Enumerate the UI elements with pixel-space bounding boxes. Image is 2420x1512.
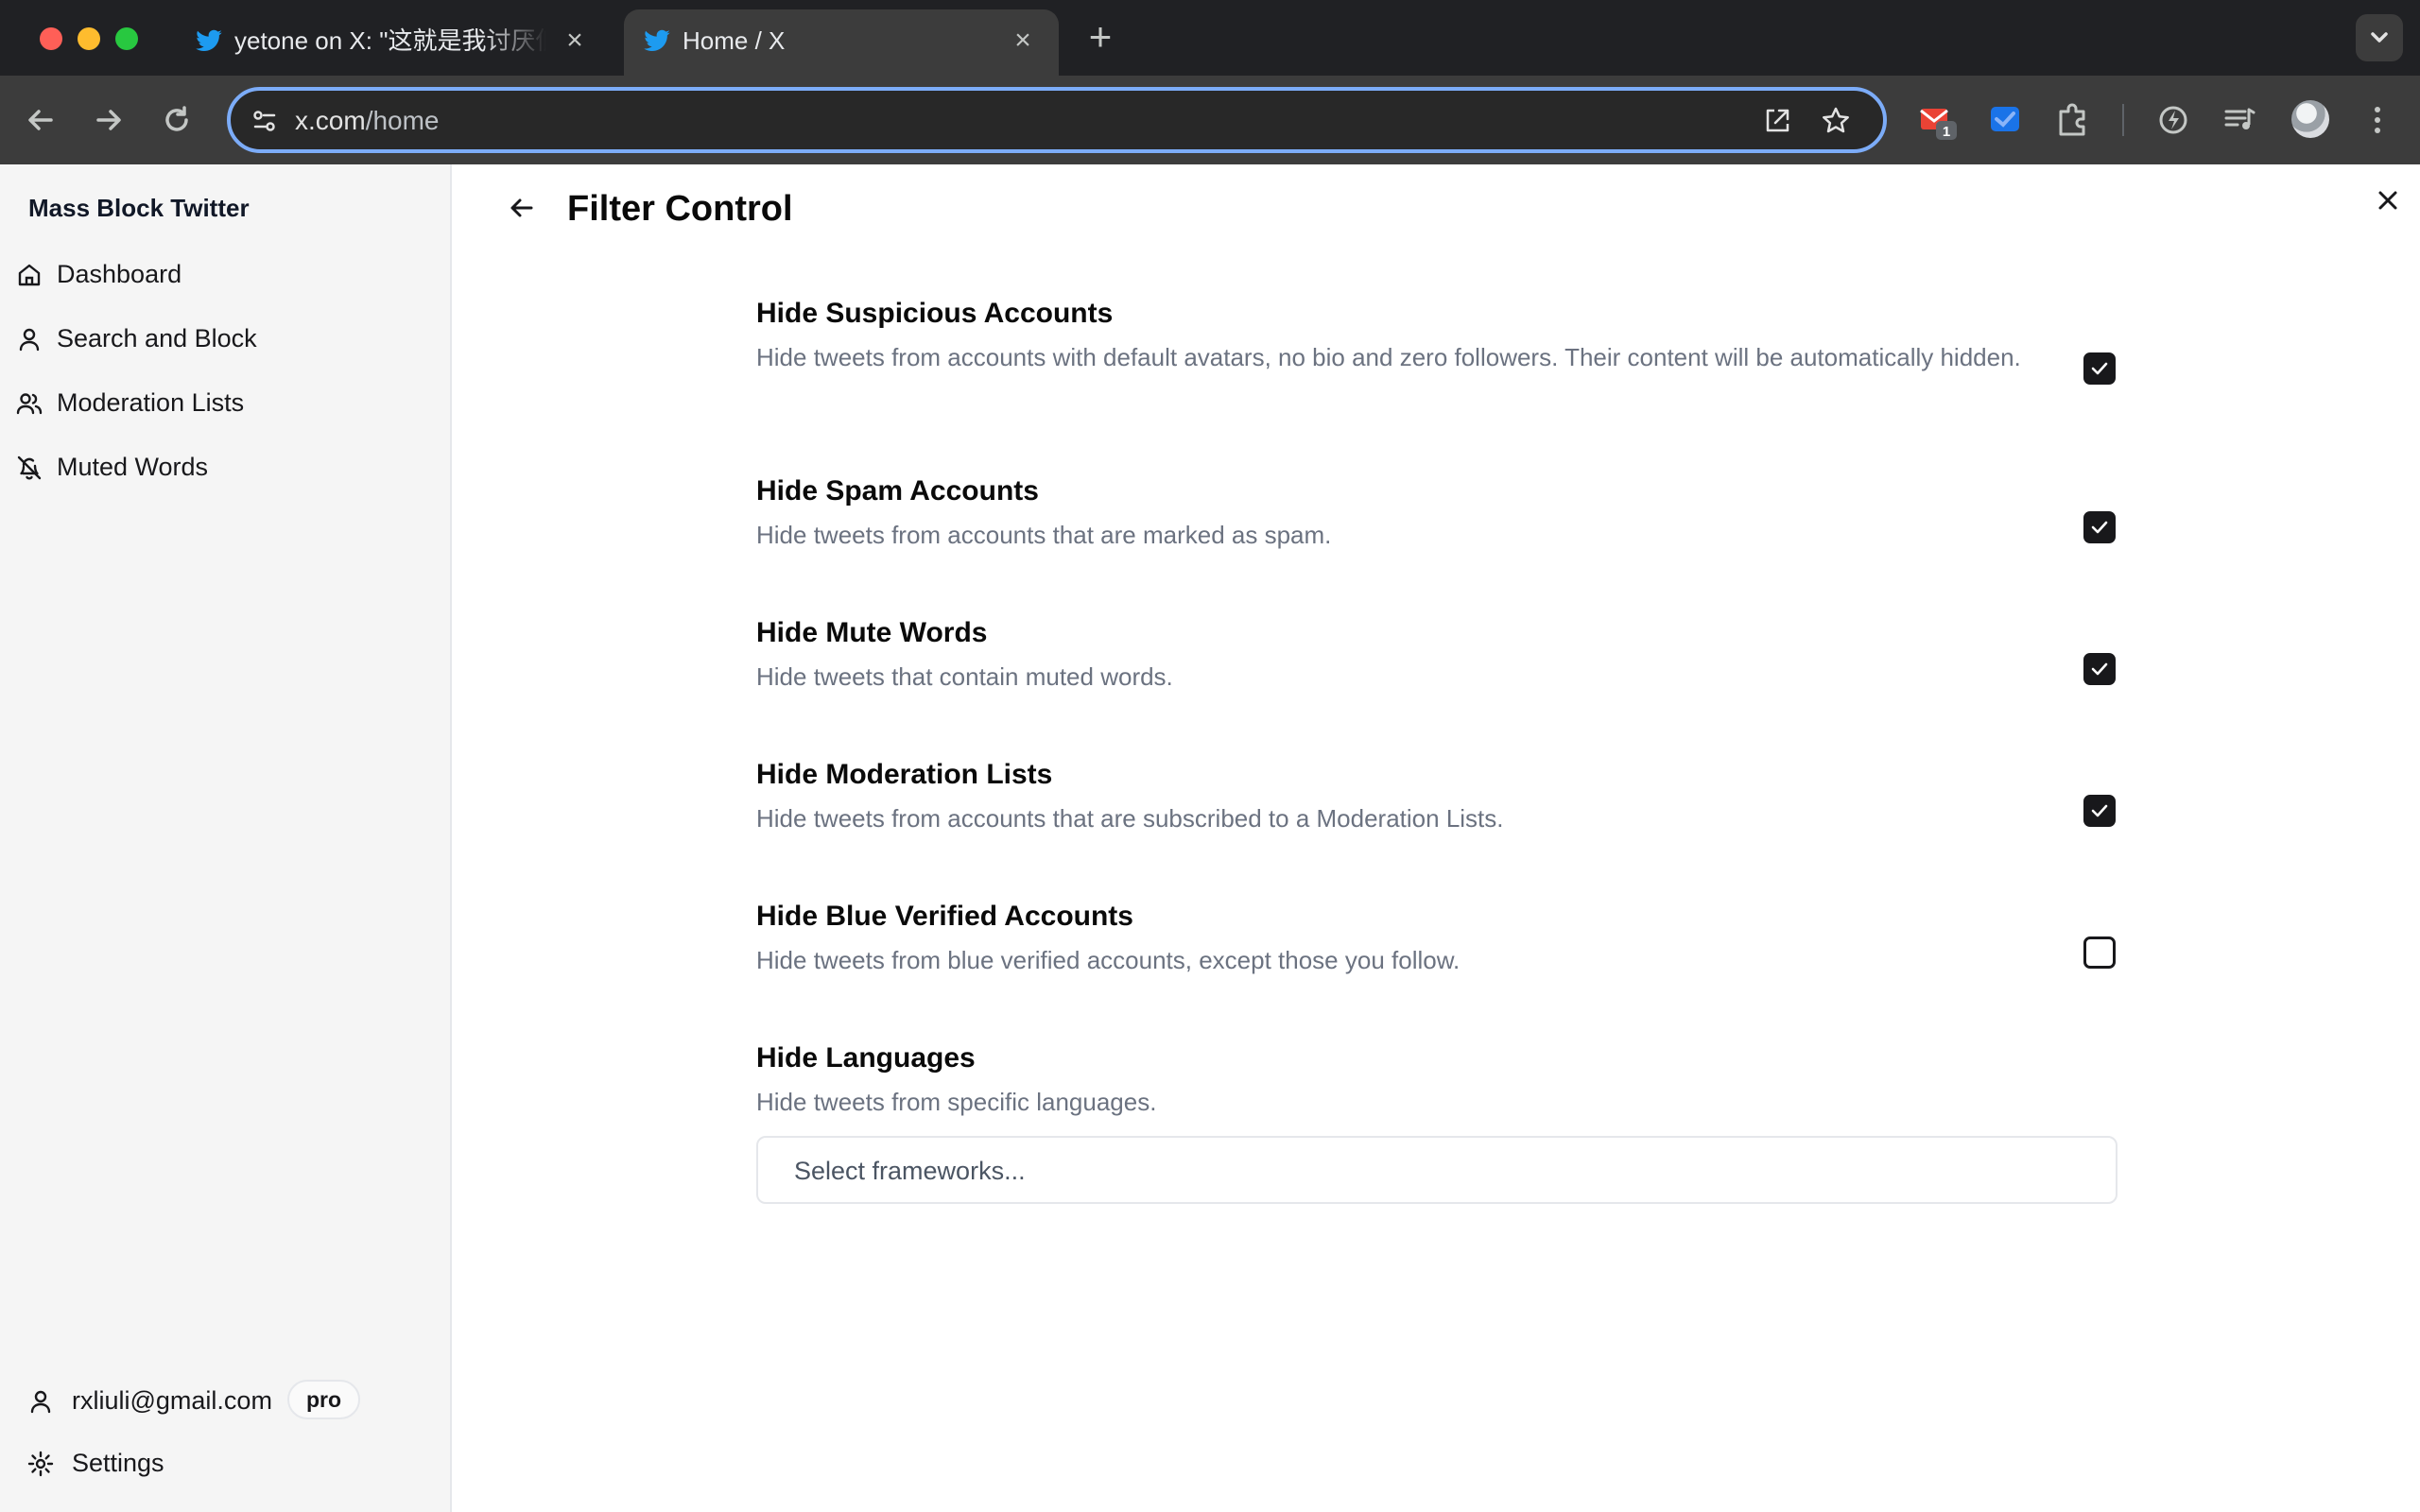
check-icon bbox=[2091, 804, 2108, 817]
chevron-down-icon bbox=[2371, 32, 2388, 43]
account-email: rxliuli@gmail.com bbox=[72, 1386, 272, 1415]
setting-hide-mute-words: Hide Mute Words Hide tweets that contain… bbox=[756, 616, 2118, 695]
extension-page: Mass Block Twitter Dashboard Search and … bbox=[0, 164, 2420, 1512]
settings-label: Settings bbox=[72, 1449, 164, 1477]
sidebar-item-muted-words[interactable]: Muted Words bbox=[13, 440, 429, 493]
close-window-button[interactable] bbox=[40, 27, 62, 50]
setting-title: Hide Suspicious Accounts bbox=[756, 298, 1114, 329]
reload-icon[interactable] bbox=[155, 98, 199, 142]
check-icon bbox=[2091, 662, 2108, 676]
settings-link[interactable]: Settings bbox=[19, 1438, 435, 1489]
open-in-app-icon[interactable] bbox=[1760, 104, 1794, 138]
forward-arrow-icon[interactable] bbox=[87, 98, 130, 142]
back-arrow-icon[interactable] bbox=[19, 98, 62, 142]
setting-checkbox[interactable] bbox=[2083, 352, 2116, 385]
users-icon bbox=[16, 393, 43, 415]
twitter-bird-icon bbox=[196, 29, 222, 51]
minimize-window-button[interactable] bbox=[78, 27, 100, 50]
gear-icon bbox=[27, 1451, 54, 1477]
setting-hide-moderation-lists: Hide Moderation Lists Hide tweets from a… bbox=[756, 758, 2118, 836]
check-icon bbox=[2091, 362, 2108, 375]
sidebar-item-search-and-block[interactable]: Search and Block bbox=[13, 312, 429, 365]
page-title: Filter Control bbox=[567, 189, 793, 229]
browser-tab[interactable]: yetone on X: "这就是我讨厌低俗 × bbox=[176, 9, 611, 76]
app-brand: Mass Block Twitter bbox=[28, 194, 250, 222]
new-tab-button[interactable]: + bbox=[1083, 17, 1117, 57]
sidebar-item-label: Search and Block bbox=[57, 324, 257, 352]
sidebar-item-moderation-lists[interactable]: Moderation Lists bbox=[13, 376, 429, 429]
url-path: /home bbox=[365, 106, 440, 135]
setting-description: Hide tweets from accounts that are subsc… bbox=[756, 804, 1504, 833]
browser-tab-active[interactable]: Home / X × bbox=[624, 9, 1059, 76]
gmail-badge-count: 1 bbox=[1943, 124, 1950, 140]
setting-description: Hide tweets that contain muted words. bbox=[756, 662, 1173, 691]
sidebar-item-label: Dashboard bbox=[57, 260, 182, 288]
maximize-window-button[interactable] bbox=[115, 27, 138, 50]
setting-hide-suspicious-accounts: Hide Suspicious Accounts Hide tweets fro… bbox=[756, 297, 2118, 375]
setting-description: Hide tweets from accounts with default a… bbox=[756, 343, 2021, 371]
sidebar-item-label: Moderation Lists bbox=[57, 388, 245, 417]
setting-description: Hide tweets from blue verified accounts,… bbox=[756, 946, 1461, 974]
puzzle-icon[interactable] bbox=[2051, 98, 2095, 142]
tab-title: yetone on X: "这就是我讨厌低俗 bbox=[234, 26, 546, 55]
setting-checkbox[interactable] bbox=[2083, 795, 2116, 827]
sidebar: Mass Block Twitter Dashboard Search and … bbox=[0, 164, 452, 1512]
setting-title: Hide Blue Verified Accounts bbox=[756, 901, 1133, 932]
setting-description: Hide tweets from accounts that are marke… bbox=[756, 521, 1332, 549]
bell-off-icon bbox=[17, 455, 42, 480]
setting-hide-languages: Hide Languages Hide tweets from specific… bbox=[756, 1041, 2118, 1120]
setting-checkbox[interactable] bbox=[2083, 936, 2116, 969]
reading-list-icon[interactable] bbox=[2218, 98, 2261, 142]
setting-description: Hide tweets from specific languages. bbox=[756, 1088, 1157, 1116]
languages-select[interactable]: Select frameworks... bbox=[756, 1136, 2118, 1204]
plan-badge: pro bbox=[287, 1380, 361, 1419]
url-host: x.com bbox=[295, 106, 366, 135]
twitter-bird-icon bbox=[644, 29, 670, 51]
main-content: Filter Control Hide Suspicious Accounts … bbox=[454, 164, 2420, 1512]
site-settings-icon[interactable] bbox=[248, 104, 282, 138]
setting-hide-blue-verified-accounts: Hide Blue Verified Accounts Hide tweets … bbox=[756, 900, 2118, 978]
setting-checkbox[interactable] bbox=[2083, 511, 2116, 543]
browser-toolbar: x.com/home 1 bbox=[0, 76, 2420, 164]
sidebar-item-label: Muted Words bbox=[57, 453, 209, 481]
performance-icon[interactable] bbox=[2152, 98, 2195, 142]
back-arrow-icon[interactable] bbox=[501, 187, 543, 229]
home-icon bbox=[18, 264, 41, 286]
toolbar-separator bbox=[2122, 104, 2124, 136]
profile-avatar[interactable] bbox=[2291, 100, 2329, 138]
tab-search-button[interactable] bbox=[2356, 14, 2403, 61]
check-icon bbox=[2091, 521, 2108, 534]
sidebar-item-dashboard[interactable]: Dashboard bbox=[13, 248, 429, 301]
user-icon bbox=[30, 1390, 51, 1414]
setting-hide-spam-accounts: Hide Spam Accounts Hide tweets from acco… bbox=[756, 474, 2118, 553]
account-row[interactable]: rxliuli@gmail.com pro bbox=[19, 1376, 435, 1427]
url-text: x.com/home bbox=[295, 104, 440, 138]
setting-title: Hide Mute Words bbox=[756, 617, 988, 648]
setting-title: Hide Languages bbox=[756, 1042, 976, 1074]
close-tab-icon[interactable]: × bbox=[560, 26, 590, 56]
tab-title: Home / X bbox=[683, 26, 786, 55]
languages-select-placeholder: Select frameworks... bbox=[794, 1157, 1026, 1185]
translate-extension-icon[interactable] bbox=[1983, 98, 2027, 142]
user-icon bbox=[19, 328, 40, 352]
address-bar[interactable]: x.com/home bbox=[227, 87, 1887, 153]
setting-title: Hide Moderation Lists bbox=[756, 759, 1053, 790]
gmail-extension-icon[interactable]: 1 bbox=[1915, 98, 1959, 142]
browser-tab-strip: yetone on X: "这就是我讨厌低俗 × Home / X × + bbox=[0, 0, 2420, 76]
bookmark-star-icon[interactable] bbox=[1819, 104, 1853, 138]
more-menu-icon[interactable] bbox=[2356, 98, 2399, 142]
setting-checkbox[interactable] bbox=[2083, 653, 2116, 685]
close-icon[interactable] bbox=[2371, 183, 2405, 217]
setting-title: Hide Spam Accounts bbox=[756, 475, 1039, 507]
close-tab-icon[interactable]: × bbox=[1008, 26, 1038, 56]
